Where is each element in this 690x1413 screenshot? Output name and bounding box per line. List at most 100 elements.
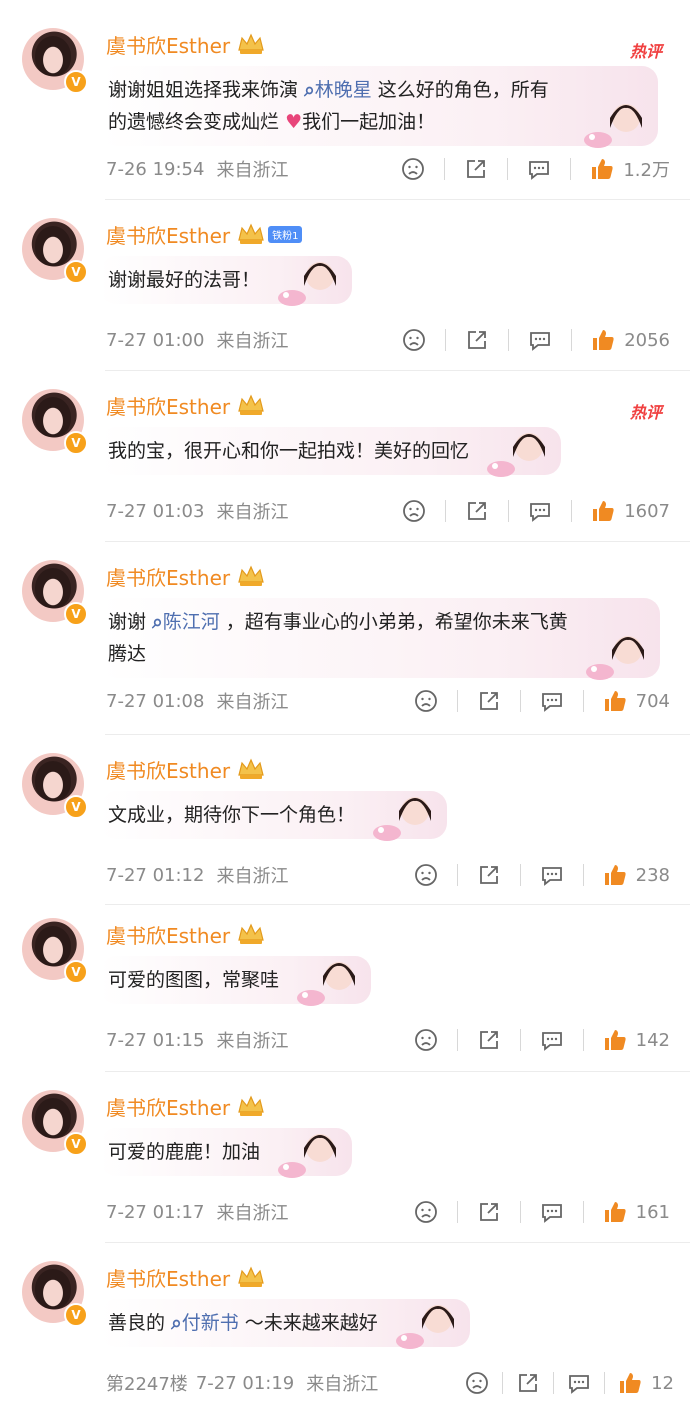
avatar[interactable]: V (22, 918, 88, 984)
crown-icon (238, 923, 264, 944)
divider (519, 864, 521, 886)
comment-icon[interactable] (539, 1027, 565, 1053)
like-icon[interactable] (617, 1370, 643, 1396)
avatar[interactable]: V (22, 753, 88, 819)
dislike-icon[interactable] (413, 1199, 439, 1225)
comment-time: 7-27 01:08 (106, 690, 205, 712)
bubble-decoration-icon (584, 104, 642, 148)
share-icon[interactable] (476, 1027, 502, 1053)
divider (570, 158, 572, 180)
like-count: 704 (635, 690, 670, 712)
crown-icon (238, 1266, 264, 1287)
dislike-icon[interactable] (413, 1027, 439, 1053)
comment-bubble: 善良的 ⌕付新书 ～未来越来越好 (100, 1299, 470, 1349)
like-icon[interactable] (590, 327, 616, 353)
like-count: 238 (635, 864, 670, 886)
crown-icon (238, 223, 264, 244)
fan-badge: 铁粉1 (268, 225, 303, 243)
like-icon[interactable] (602, 688, 628, 714)
crown-icon (238, 565, 264, 586)
divider (604, 1372, 606, 1394)
divider (444, 158, 446, 180)
comment-icon[interactable] (539, 862, 565, 888)
comment-text: 可爱的图图，常聚哇 (108, 969, 280, 991)
avatar[interactable]: V (22, 218, 88, 284)
username[interactable]: 虞书欣Esther (106, 1092, 230, 1121)
comment-icon[interactable] (527, 327, 553, 353)
verified-badge-icon: V (64, 1132, 88, 1156)
search-icon: ⌕ (304, 79, 315, 101)
username[interactable]: 虞书欣Esther (106, 1263, 230, 1292)
divider (456, 864, 458, 886)
share-icon[interactable] (476, 1199, 502, 1225)
username[interactable]: 虞书欣Esther (106, 30, 230, 59)
comment-icon[interactable] (539, 688, 565, 714)
divider (571, 500, 573, 522)
dislike-icon[interactable] (400, 156, 426, 182)
divider (445, 329, 447, 351)
avatar[interactable]: V (22, 560, 88, 626)
divider (445, 500, 447, 522)
comment-icon[interactable] (566, 1370, 592, 1396)
topic-link[interactable]: ⌕陈江河 (152, 611, 220, 633)
divider (508, 329, 510, 351)
share-icon[interactable] (476, 862, 502, 888)
bubble-decoration-icon (278, 1134, 337, 1178)
comment-bubble: 谢谢最好的法哥！ (100, 256, 353, 306)
share-icon[interactable] (464, 498, 490, 524)
comment-time: 7-27 01:12 (106, 864, 205, 886)
comment-icon[interactable] (526, 156, 552, 182)
username[interactable]: 虞书欣Esther (106, 220, 230, 249)
username[interactable]: 虞书欣Esther (106, 391, 230, 420)
crown-icon (238, 394, 264, 415)
avatar[interactable]: V (22, 1261, 88, 1327)
crown-icon (238, 1095, 264, 1116)
verified-badge-icon: V (64, 960, 88, 984)
search-icon: ⌕ (171, 1312, 182, 1334)
divider (582, 1029, 584, 1051)
comment-time: 7-27 01:17 (106, 1201, 205, 1223)
username[interactable]: 虞书欣Esther (106, 755, 230, 784)
comment-icon[interactable] (539, 1199, 565, 1225)
comment-location: 来自浙江 (216, 331, 289, 352)
comment-bubble: 谢谢姐姐选择我来饰演 ⌕林晚星 这么好的角色，所有的遗憾终会变成灿烂 ♥我们一起… (100, 66, 658, 148)
topic-link[interactable]: ⌕付新书 (171, 1312, 239, 1334)
like-icon[interactable] (602, 1199, 628, 1225)
comment-icon[interactable] (527, 498, 553, 524)
verified-badge-icon: V (64, 795, 88, 819)
comment-text: ～未来越来越好 (244, 1312, 378, 1334)
hot-comment-badge: 热评 (629, 42, 662, 61)
dislike-icon[interactable] (401, 498, 427, 524)
avatar[interactable]: V (22, 28, 88, 94)
dislike-icon[interactable] (413, 688, 439, 714)
like-icon[interactable] (602, 862, 628, 888)
comment-time: 7-27 01:15 (106, 1029, 205, 1051)
divider (582, 1201, 584, 1223)
dislike-icon[interactable] (413, 862, 439, 888)
like-icon[interactable] (602, 1027, 628, 1053)
share-icon[interactable] (515, 1370, 541, 1396)
divider (582, 864, 584, 886)
like-icon[interactable] (590, 498, 616, 524)
share-icon[interactable] (463, 156, 489, 182)
username[interactable]: 虞书欣Esther (106, 562, 230, 591)
dislike-icon[interactable] (464, 1370, 490, 1396)
divider (456, 1029, 458, 1051)
comment-text: 善良的 (108, 1312, 166, 1334)
comment-location: 来自浙江 (216, 692, 289, 713)
avatar[interactable]: V (22, 389, 88, 455)
comment-time: 7-27 01:03 (106, 500, 205, 522)
like-icon[interactable] (589, 156, 615, 182)
share-icon[interactable] (464, 327, 490, 353)
share-icon[interactable] (476, 688, 502, 714)
comment-text: 我的宝，很开心和你一起拍戏！美好的回忆 (108, 440, 470, 462)
avatar[interactable]: V (22, 1090, 88, 1156)
dislike-icon[interactable] (401, 327, 427, 353)
username[interactable]: 虞书欣Esther (106, 920, 230, 949)
divider (519, 1029, 521, 1051)
topic-link[interactable]: ⌕林晚星 (304, 79, 372, 101)
comment-bubble: 我的宝，很开心和你一起拍戏！美好的回忆 (100, 427, 562, 477)
heart-icon: ♥ (285, 111, 303, 133)
comment-text: 谢谢最好的法哥！ (108, 269, 261, 291)
divider (502, 1372, 504, 1394)
